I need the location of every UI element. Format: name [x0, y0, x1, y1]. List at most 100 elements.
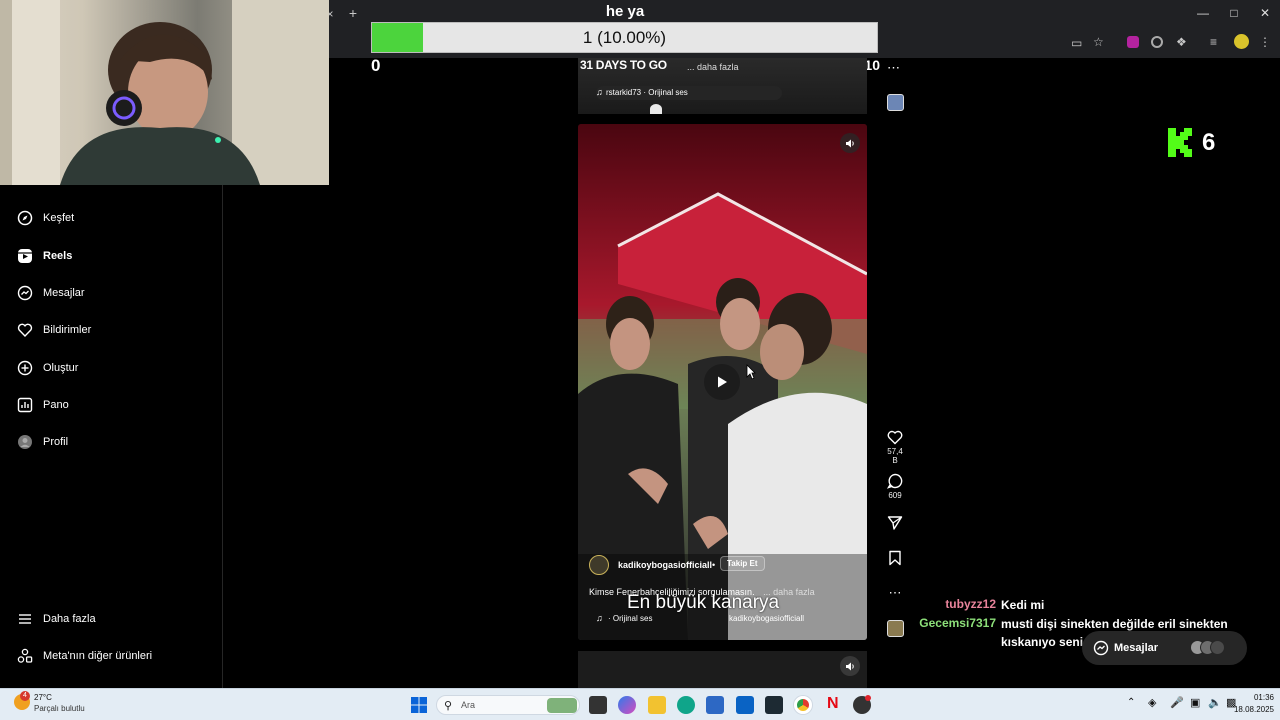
- messenger-icon: [1093, 640, 1109, 656]
- previous-reel-more-link[interactable]: ... daha fazla: [687, 62, 739, 72]
- more-options-icon[interactable]: ⋯: [884, 585, 906, 601]
- extension-icon[interactable]: [1127, 36, 1139, 48]
- poll-title: he ya: [605, 3, 645, 20]
- chrome-icon[interactable]: [794, 696, 812, 714]
- windows-taskbar: 4 27°C Parçalı bulutlu ⚲ Ara N ⌃ ◈ 🎤 ▣ 🔈…: [0, 688, 1280, 720]
- hamburger-menu-icon: [16, 611, 33, 628]
- mouse-cursor-icon: [746, 364, 756, 380]
- profile-avatar-icon[interactable]: [1234, 34, 1249, 49]
- chat-message: Kedi mi: [1001, 598, 1045, 612]
- sidebar-item-profil[interactable]: Profil: [16, 431, 68, 453]
- notification-dot: [865, 695, 871, 701]
- sidebar-item-meta-products[interactable]: Meta'nın diğer ürünleri: [16, 645, 152, 667]
- messages-pill-label: Mesajlar: [1114, 642, 1159, 654]
- follow-button[interactable]: Takip Et: [720, 556, 765, 571]
- reel-audio-user: kadikoybogasiofficiall: [729, 614, 805, 623]
- weather-condition[interactable]: Parçalı bulutlu: [34, 704, 85, 713]
- microphone-icon[interactable]: 🎤: [1170, 696, 1184, 709]
- comment-button[interactable]: 609: [884, 473, 906, 500]
- taskbar-search-box[interactable]: ⚲ Ara: [436, 695, 580, 715]
- previous-reel[interactable]: 31 DAYS TO GO ... daha fazla ♫ rstarkid7…: [578, 58, 867, 114]
- sidebar-item-label: Pano: [43, 399, 69, 411]
- chat-username: tubyzz12: [945, 597, 996, 611]
- next-reel-volume-button[interactable]: [840, 656, 860, 676]
- poll-result-text: 1 (10.00%): [582, 28, 667, 47]
- poll-countdown: 31 DAYS TO GO: [580, 58, 667, 72]
- previous-reel-thumb: [650, 104, 662, 114]
- poll-left-count: 0: [371, 56, 381, 75]
- reels-icon: [16, 248, 33, 265]
- play-icon: [718, 376, 727, 388]
- clock-time[interactable]: 01:36: [1232, 693, 1274, 702]
- reel-audio-row[interactable]: ♫ · Orijinal ses kadikoybogasiofficiall: [596, 613, 846, 627]
- music-note-icon: ♫: [596, 87, 603, 97]
- sidebar-item-pano[interactable]: Pano: [16, 394, 69, 416]
- reel-video[interactable]: kadikoybogasiofficiall • Takip Et Kimse …: [578, 124, 867, 640]
- sidebar-item-label: Meta'nın diğer ürünleri: [43, 650, 153, 662]
- sidebar-item-kesfet[interactable]: Keşfet: [16, 207, 74, 229]
- speaker-icon: [845, 139, 854, 147]
- heart-icon: [16, 322, 33, 339]
- previous-reel-author-avatar[interactable]: [887, 94, 904, 111]
- file-explorer-icon[interactable]: [648, 696, 666, 714]
- music-note-icon: ♫: [596, 613, 603, 623]
- bookmark-icon: [889, 550, 901, 566]
- clock-date[interactable]: 18.08.2025: [1222, 705, 1274, 714]
- sidebar-item-label: Daha fazla: [43, 613, 96, 625]
- kick-logo-icon: [1168, 128, 1192, 157]
- window-close-button[interactable]: ✕: [1258, 6, 1272, 20]
- install-app-icon[interactable]: ▭: [1071, 36, 1082, 50]
- tray-app-icon[interactable]: ◈: [1148, 696, 1156, 709]
- previous-reel-audio-pill[interactable]: ♫ rstarkid73 · Orijinal ses: [596, 86, 782, 100]
- netflix-icon[interactable]: N: [827, 695, 839, 713]
- sidebar-item-daha-fazla[interactable]: Daha fazla: [16, 608, 96, 630]
- sidebar-item-mesajlar[interactable]: Mesajlar: [16, 282, 85, 304]
- sidebar-item-label: Mesajlar: [43, 287, 85, 299]
- reel-audio-label: · Orijinal ses: [608, 614, 653, 623]
- sidebar-item-bildirimler[interactable]: Bildirimler: [16, 319, 91, 341]
- volume-icon[interactable]: 🔈: [1208, 696, 1222, 709]
- share-button[interactable]: [884, 515, 906, 533]
- compass-icon: [16, 210, 33, 227]
- bookmark-star-icon[interactable]: ☆: [1093, 35, 1104, 49]
- tray-overflow-icon[interactable]: ⌃: [1127, 697, 1135, 708]
- terminal-icon[interactable]: [765, 696, 783, 714]
- reading-list-icon[interactable]: ≡: [1210, 35, 1217, 49]
- reel-author-separator: •: [712, 560, 716, 570]
- store-icon[interactable]: [706, 696, 724, 714]
- minimize-button[interactable]: —: [1196, 6, 1210, 20]
- weather-temperature[interactable]: 27°C: [34, 693, 52, 702]
- copilot-icon[interactable]: [618, 696, 636, 714]
- maximize-button[interactable]: □: [1227, 6, 1241, 20]
- extension-2-icon[interactable]: [1151, 36, 1163, 48]
- weather-badge: 4: [20, 691, 30, 701]
- messenger-icon: [16, 285, 33, 302]
- messages-pill[interactable]: Mesajlar: [1082, 631, 1247, 665]
- chat-username: Gecemsi7317: [919, 616, 996, 630]
- save-button[interactable]: [884, 550, 906, 568]
- send-icon: [887, 516, 903, 530]
- next-reel[interactable]: [578, 651, 867, 688]
- sidebar-item-reels[interactable]: Reels: [16, 245, 72, 267]
- windows-start-icon[interactable]: [411, 697, 427, 713]
- browser-menu-icon[interactable]: ⋮: [1259, 35, 1271, 49]
- reel-author-username[interactable]: kadikoybogasiofficiall: [618, 560, 712, 570]
- outlook-icon[interactable]: [736, 696, 754, 714]
- network-icon[interactable]: ▣: [1190, 696, 1200, 709]
- previous-reel-more-options-icon[interactable]: ⋯: [887, 60, 900, 76]
- sidebar-item-label: Bildirimler: [43, 324, 92, 336]
- extensions-puzzle-icon[interactable]: ❖: [1176, 35, 1187, 49]
- play-button[interactable]: [704, 364, 740, 400]
- volume-button[interactable]: [840, 133, 860, 153]
- edge-icon[interactable]: [677, 696, 695, 714]
- avatar-icon: [16, 434, 33, 451]
- screen: { "poll": { "title": "he ya", "result_te…: [0, 0, 1280, 720]
- like-button[interactable]: 57,4 B: [884, 430, 906, 465]
- sidebar-item-olustur[interactable]: Oluştur: [16, 357, 78, 379]
- task-view-icon[interactable]: [589, 696, 607, 714]
- search-placeholder: Ara: [461, 700, 476, 710]
- reel-author-avatar[interactable]: [589, 555, 609, 575]
- webcam-image: [0, 0, 329, 185]
- new-tab-button[interactable]: +: [346, 6, 360, 20]
- sidebar-item-label: Reels: [43, 250, 73, 262]
